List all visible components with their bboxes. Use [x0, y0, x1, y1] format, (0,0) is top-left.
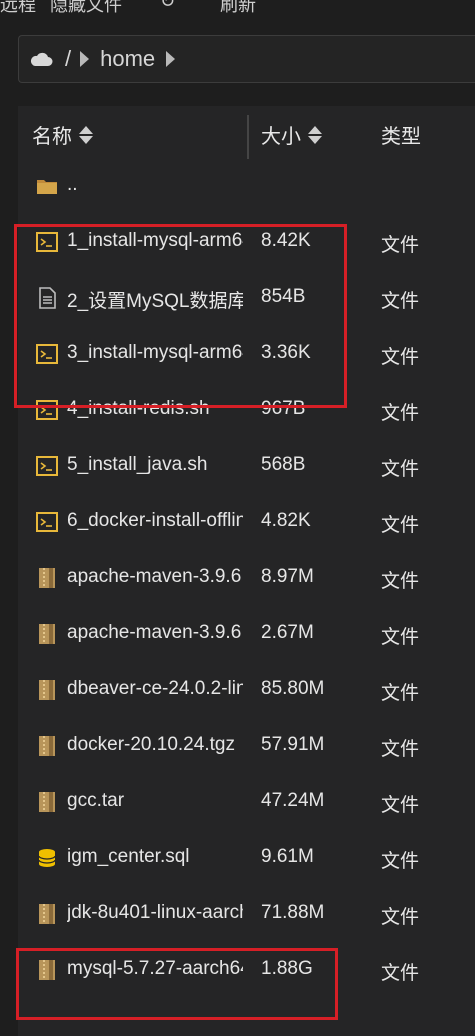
- file-name: apache-maven-3.9.6: [67, 622, 242, 643]
- path-separator: /: [65, 46, 72, 71]
- refresh-button[interactable]: 刷新: [220, 0, 256, 14]
- column-divider[interactable]: [247, 115, 249, 159]
- path-segment-home[interactable]: home: [100, 46, 155, 72]
- remote-button[interactable]: 远程: [0, 0, 36, 14]
- file-type: 文件: [381, 347, 420, 368]
- chevron-right-icon[interactable]: [166, 51, 176, 67]
- file-list-panel: 名称 大小 类型 ..1_install-mysql-arm64.sh8.42K…: [14, 106, 475, 1036]
- file-list-header: 名称 大小 类型: [18, 106, 475, 160]
- highlight-box: [16, 948, 338, 1020]
- file-name: docker-20.10.24.tgz: [67, 734, 235, 755]
- file-type: 文件: [381, 851, 420, 872]
- file-type: 文件: [381, 235, 420, 256]
- file-size: 568B: [261, 454, 306, 475]
- file-size: 71.88M: [261, 902, 325, 923]
- file-size: 8.97M: [261, 566, 314, 587]
- parent-directory-row[interactable]: ..: [18, 160, 475, 216]
- file-name: jdk-8u401-linux-aarch64: [67, 902, 243, 923]
- file-row[interactable]: apache-maven-3.9.6 8.97M 文件: [18, 552, 475, 608]
- file-type: 文件: [381, 683, 420, 704]
- file-row[interactable]: dbeaver-ce-24.0.2-linux 85.80M 文件: [18, 664, 475, 720]
- file-row[interactable]: apache-maven-3.9.6 2.67M 文件: [18, 608, 475, 664]
- sort-icon[interactable]: [308, 125, 322, 145]
- file-name: 5_install_java.sh: [67, 454, 208, 475]
- file-size: 2.67M: [261, 622, 314, 643]
- database-icon: [36, 847, 58, 869]
- archive-icon: [36, 567, 58, 589]
- column-header-type-label: 类型: [381, 126, 421, 148]
- file-size: 4.82K: [261, 510, 311, 531]
- file-type: 文件: [381, 571, 420, 592]
- column-header-size[interactable]: 大小: [261, 120, 322, 149]
- file-type: 文件: [381, 739, 420, 760]
- file-type: 文件: [381, 963, 420, 984]
- top-toolbar: 远程 隐藏文件 ↻ 刷新: [0, 0, 475, 14]
- file-name: 6_docker-install-offline.sh: [67, 510, 243, 531]
- file-row[interactable]: docker-20.10.24.tgz 57.91M 文件: [18, 720, 475, 776]
- file-size: 9.61M: [261, 846, 314, 867]
- file-name: dbeaver-ce-24.0.2-linux: [67, 678, 243, 699]
- file-type: 文件: [381, 515, 420, 536]
- chevron-right-icon[interactable]: [80, 51, 90, 67]
- file-type: 文件: [381, 795, 420, 816]
- column-header-name-label: 名称: [32, 126, 72, 148]
- column-header-type[interactable]: 类型: [381, 120, 421, 149]
- highlight-box: [14, 224, 347, 408]
- file-type: 文件: [381, 907, 420, 928]
- file-name: apache-maven-3.9.6: [67, 566, 242, 587]
- path-breadcrumb[interactable]: / home: [18, 35, 475, 83]
- archive-icon: [36, 679, 58, 701]
- cloud-icon[interactable]: [29, 51, 53, 67]
- archive-icon: [36, 735, 58, 757]
- file-type: 文件: [381, 403, 420, 424]
- archive-icon: [36, 791, 58, 813]
- folder-icon: [36, 175, 58, 197]
- file-name: ..: [67, 174, 78, 195]
- archive-icon: [36, 903, 58, 925]
- column-header-size-label: 大小: [261, 126, 301, 148]
- file-row[interactable]: gcc.tar 47.24M 文件: [18, 776, 475, 832]
- hidden-files-button[interactable]: 隐藏文件: [50, 0, 122, 14]
- file-type: 文件: [381, 627, 420, 648]
- file-type: 文件: [381, 291, 420, 312]
- refresh-icon[interactable]: ↻: [160, 0, 175, 12]
- file-name: gcc.tar: [67, 790, 125, 811]
- file-row[interactable]: jdk-8u401-linux-aarch64 71.88M 文件: [18, 888, 475, 944]
- column-header-name[interactable]: 名称: [32, 120, 93, 149]
- script-icon: [36, 455, 58, 477]
- archive-icon: [36, 623, 58, 645]
- file-type: 文件: [381, 459, 420, 480]
- file-size: 47.24M: [261, 790, 325, 811]
- file-row[interactable]: 6_docker-install-offline.sh 4.82K 文件: [18, 496, 475, 552]
- file-size: 85.80M: [261, 678, 325, 699]
- file-size: 57.91M: [261, 734, 325, 755]
- file-row[interactable]: 5_install_java.sh 568B 文件: [18, 440, 475, 496]
- file-row[interactable]: igm_center.sql 9.61M 文件: [18, 832, 475, 888]
- file-name: igm_center.sql: [67, 846, 190, 867]
- sort-icon[interactable]: [79, 125, 93, 145]
- script-icon: [36, 511, 58, 533]
